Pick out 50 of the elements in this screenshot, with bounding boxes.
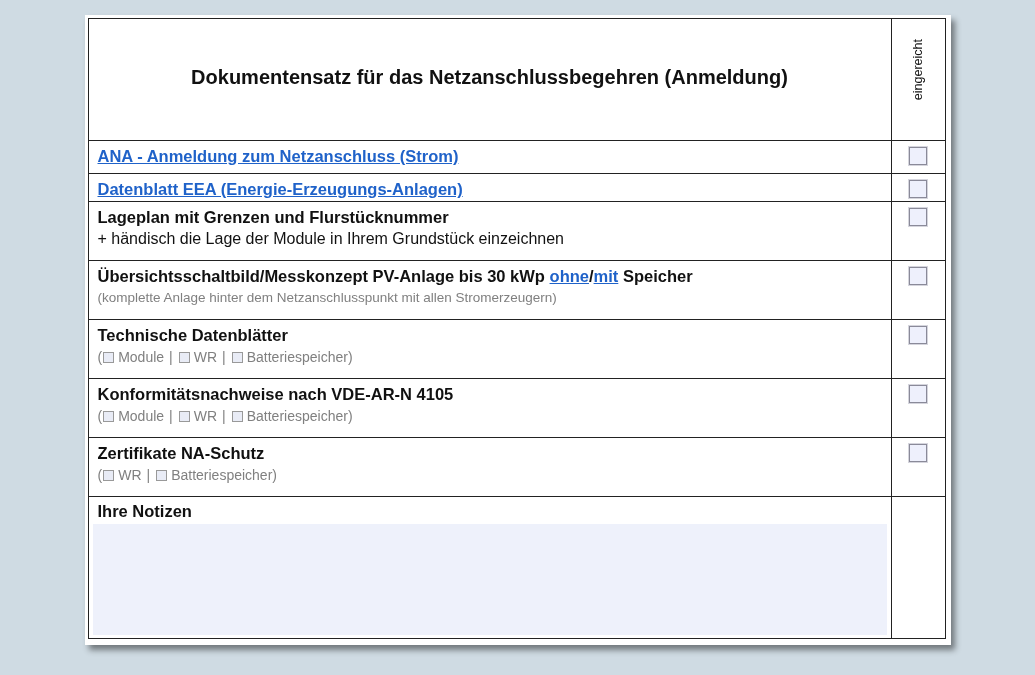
submitted-checkbox[interactable]	[909, 444, 927, 462]
option-label: WR	[118, 466, 142, 485]
submitted-checkbox[interactable]	[909, 385, 927, 403]
item-title: Zertifikate NA-Schutz	[97, 444, 265, 462]
item-title: Übersichtsschaltbild/Messkonzept PV-Anlage bis 30 kWp	[97, 267, 545, 285]
submitted-checkbox[interactable]	[909, 147, 927, 165]
item-title: /	[588, 267, 594, 285]
option-label: Batteriespeicher	[246, 348, 348, 367]
document-link[interactable]: ANA - Anmeldung zum Netzanschluss (Strom)	[97, 147, 459, 165]
option-checkbox[interactable]	[156, 469, 168, 481]
submitted-checkbox[interactable]	[909, 267, 927, 285]
column-header: eingereicht	[911, 39, 925, 101]
separator-text: |	[222, 348, 226, 367]
option-label: WR	[193, 348, 218, 367]
option-checkbox[interactable]	[178, 410, 190, 422]
option-label: WR	[193, 407, 218, 426]
bracket-text: )	[272, 466, 277, 485]
item-title: Lageplan mit Grenzen und Flurstücknummer	[97, 208, 449, 226]
item-note: (komplette Anlage hinter dem Netzanschlusspunkt mit allen Stromerzeugern)	[97, 289, 558, 307]
item-title: Konformitätsnachweise nach VDE-AR-N 4105	[97, 385, 454, 403]
option-checkbox[interactable]	[178, 351, 190, 363]
option-checkbox[interactable]	[231, 351, 243, 363]
bracket-text: (	[97, 407, 103, 426]
item-title: Technische Datenblätter	[97, 326, 288, 344]
separator-text: |	[169, 407, 173, 426]
bracket-text: (	[97, 466, 103, 485]
option-label: Module	[118, 348, 165, 367]
option-checkbox[interactable]	[103, 351, 115, 363]
submitted-checkbox[interactable]	[909, 208, 927, 226]
separator-text: |	[169, 348, 173, 367]
submitted-checkbox[interactable]	[909, 326, 927, 344]
bracket-text: )	[347, 348, 353, 367]
bracket-text: )	[347, 407, 353, 426]
option-checkbox[interactable]	[103, 469, 115, 481]
item-title: Speicher	[622, 267, 693, 285]
document-link[interactable]: ohne	[549, 267, 589, 285]
option-checkbox[interactable]	[103, 410, 115, 422]
bracket-text: (	[97, 348, 103, 367]
separator-text: |	[222, 407, 226, 426]
item-note: + händisch die Lage der Module in Ihrem Grundstück einzeichnen	[97, 229, 565, 249]
document-link[interactable]: mit	[593, 267, 619, 285]
document-link[interactable]: Datenblatt EEA (Energie-Erzeugungs-Anlagen)	[97, 180, 463, 198]
separator-text: |	[146, 466, 151, 485]
option-label: Batteriespeicher	[171, 466, 273, 485]
option-label: Module	[118, 407, 165, 426]
document-title: Dokumentensatz für das Netzanschlussbegehren (Anmeldung)	[191, 66, 788, 89]
notes-label: Ihre Notizen	[96, 501, 193, 522]
option-checkbox[interactable]	[231, 410, 243, 422]
option-label: Batteriespeicher	[246, 407, 348, 426]
submitted-checkbox[interactable]	[909, 180, 927, 198]
